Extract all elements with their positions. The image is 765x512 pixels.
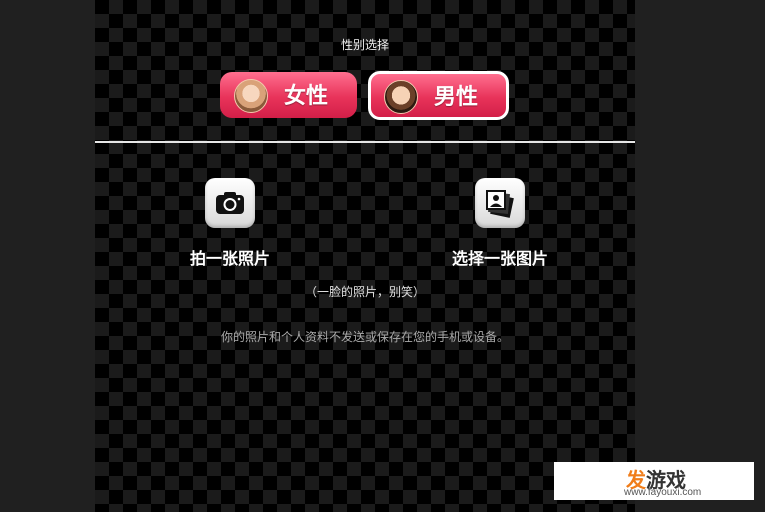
gender-section-title: 性别选择 <box>340 38 389 52</box>
watermark-url: www.fayouxi.com <box>624 487 702 498</box>
privacy-notice: 你的照片和个人资料不发送或保存在您的手机或设备。 <box>220 330 509 344</box>
camera-icon <box>205 178 255 228</box>
female-button[interactable]: 女性 <box>220 72 357 118</box>
male-avatar-icon <box>384 80 418 114</box>
photo-hint-text: （一脸的照片，别笑） <box>304 285 425 299</box>
choose-photo-label: 选择一张图片 <box>451 249 548 268</box>
male-button-label: 男性 <box>434 84 479 110</box>
choose-photo-button[interactable]: 选择一张图片 <box>430 178 570 269</box>
male-button[interactable]: 男性 <box>368 71 509 120</box>
site-watermark: 发游戏 www.fayouxi.com <box>554 462 754 500</box>
take-photo-button[interactable]: 拍一张照片 <box>160 178 300 269</box>
take-photo-label: 拍一张照片 <box>189 249 270 268</box>
female-avatar-icon <box>234 79 268 113</box>
female-button-label: 女性 <box>284 83 329 109</box>
photo-gallery-icon <box>475 178 525 228</box>
section-divider <box>95 141 635 143</box>
app-panel: 性别选择 女性 男性 拍一张照片 选择一张图片 （一脸的照片，别笑） 你的照片和… <box>95 0 635 512</box>
